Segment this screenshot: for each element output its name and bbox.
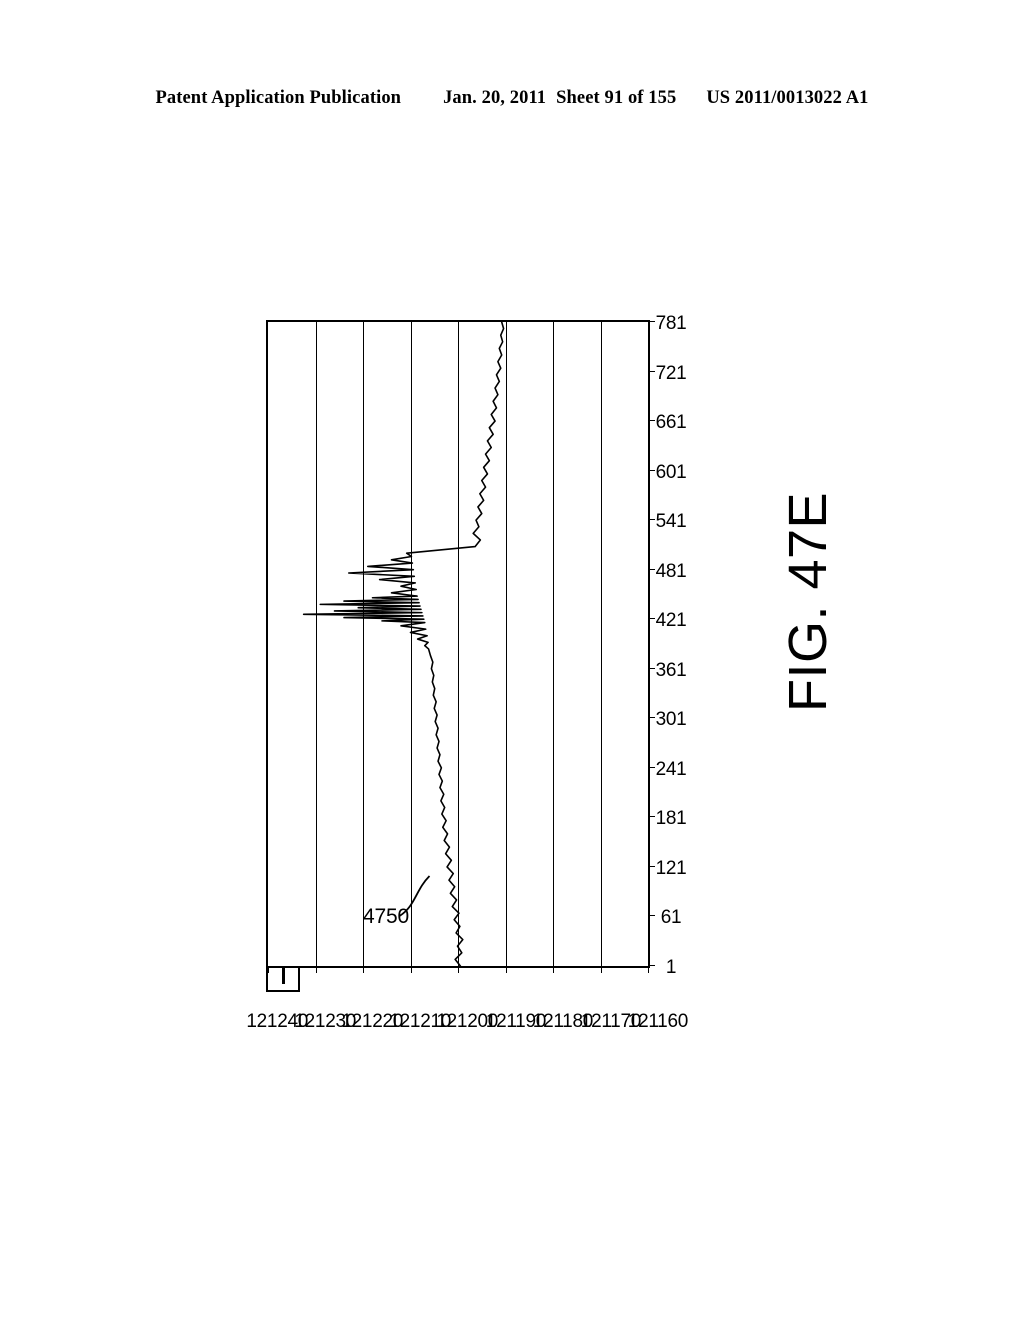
y-axis-tick-label: 121240 bbox=[246, 1011, 308, 1032]
x-axis-tick bbox=[648, 915, 655, 917]
x-axis-tick bbox=[648, 865, 655, 867]
figure-area: SERIES 1 4750 16112118124130136142148154… bbox=[0, 0, 1024, 1320]
y-axis-tick bbox=[553, 966, 554, 973]
x-axis-tick-label: 61 bbox=[660, 907, 682, 929]
gridline-horizontal bbox=[553, 322, 554, 966]
x-axis-tick bbox=[648, 519, 655, 521]
x-axis-tick-label: 601 bbox=[655, 461, 687, 483]
x-axis-tick bbox=[648, 469, 655, 471]
x-axis-tick-label: 181 bbox=[655, 808, 687, 830]
gridline-horizontal bbox=[315, 322, 317, 966]
x-axis-tick bbox=[648, 766, 655, 768]
x-axis-tick-label: 301 bbox=[655, 709, 687, 731]
y-axis-tick bbox=[458, 966, 459, 973]
x-axis-tick bbox=[648, 568, 655, 570]
x-axis-tick bbox=[648, 370, 655, 372]
y-axis-tick bbox=[315, 966, 317, 973]
x-axis-tick-label: 781 bbox=[655, 313, 687, 334]
gridline-horizontal bbox=[363, 322, 364, 966]
y-axis-tick bbox=[268, 966, 269, 973]
x-axis-tick-label: 241 bbox=[655, 758, 687, 780]
gridline-horizontal bbox=[410, 322, 412, 966]
x-axis-tick bbox=[648, 321, 655, 322]
x-axis-tick bbox=[648, 816, 655, 818]
y-axis-tick bbox=[648, 966, 649, 973]
x-axis-tick-label: 1 bbox=[665, 957, 677, 978]
x-axis-tick-label: 541 bbox=[655, 511, 687, 533]
y-axis-tick bbox=[363, 966, 364, 973]
x-axis-tick bbox=[648, 667, 655, 669]
x-axis-tick-label: 121 bbox=[655, 857, 687, 879]
y-axis-tick bbox=[410, 966, 412, 973]
x-axis-tick bbox=[648, 420, 655, 422]
gridline-horizontal bbox=[458, 322, 459, 966]
x-axis-tick bbox=[648, 618, 655, 620]
chart-rotated-wrapper: SERIES 1 4750 16112118124130136142148154… bbox=[210, 278, 692, 1032]
x-axis-tick-label: 481 bbox=[655, 560, 687, 582]
x-axis-tick-label: 721 bbox=[655, 362, 687, 384]
plot-area: 4750 bbox=[266, 320, 655, 973]
y-axis-tick bbox=[505, 966, 507, 973]
x-axis-tick bbox=[648, 965, 655, 966]
x-axis-tick bbox=[648, 717, 655, 719]
x-axis-tick-label: 421 bbox=[655, 610, 687, 632]
x-axis-tick-label: 361 bbox=[655, 659, 687, 681]
y-axis-tick bbox=[600, 966, 602, 973]
x-axis-tick-label: 661 bbox=[655, 412, 687, 434]
figure-caption: FIG. 47E bbox=[778, 491, 838, 713]
gridline-horizontal bbox=[600, 322, 602, 966]
gridline-horizontal bbox=[505, 322, 507, 966]
callout-label-4750: 4750 bbox=[362, 905, 409, 929]
chart: SERIES 1 4750 16112118124130136142148154… bbox=[210, 278, 692, 1032]
